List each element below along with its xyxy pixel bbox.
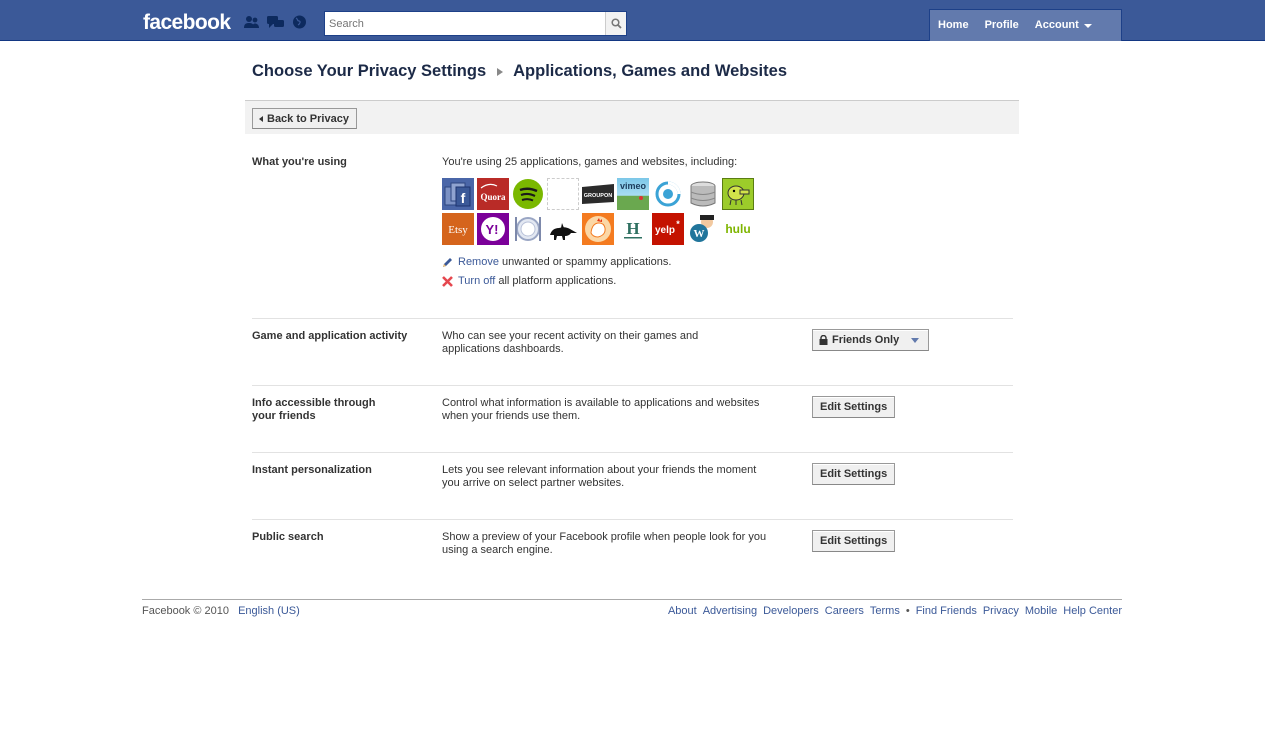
svg-text:W: W: [694, 228, 705, 240]
svg-text:f: f: [461, 190, 466, 206]
blank-app-icon[interactable]: [547, 178, 579, 210]
pencil-icon: [443, 257, 452, 267]
spotify-app-icon[interactable]: [512, 178, 544, 210]
svg-text:yelp: yelp: [655, 225, 675, 236]
footer-links: About Advertising Developers Careers Ter…: [662, 605, 1122, 617]
footer-link-privacy[interactable]: Privacy: [983, 605, 1019, 617]
footer-link-about[interactable]: About: [668, 605, 697, 617]
svg-text:GROUPON: GROUPON: [584, 193, 612, 199]
rooster-app-icon[interactable]: [582, 213, 614, 245]
aardvark-app-icon[interactable]: [547, 213, 579, 245]
page-title: Choose Your Privacy Settings Application…: [252, 62, 787, 81]
nav-account[interactable]: Account: [1027, 10, 1100, 41]
footer-link-careers[interactable]: Careers: [825, 605, 864, 617]
info-accessible-edit-button[interactable]: Edit Settings: [812, 396, 896, 418]
public-search-edit-button[interactable]: Edit Settings: [812, 530, 896, 552]
red-x-icon: [442, 275, 453, 287]
search-icon: [610, 18, 622, 29]
messages-icon[interactable]: [267, 15, 284, 29]
svg-text:*: *: [676, 219, 680, 229]
row-divider: [252, 519, 1013, 520]
etsy-app-icon[interactable]: Etsy: [442, 213, 474, 245]
row-divider: [252, 385, 1013, 386]
doodle-jump-app-icon[interactable]: [722, 178, 754, 210]
breadcrumb-current: Applications, Games and Websites: [513, 62, 787, 80]
yahoo-app-icon[interactable]: Y!: [477, 213, 509, 245]
yelp-app-icon[interactable]: yelp *: [652, 213, 684, 245]
instant-personalization-label: Instant personalization: [252, 464, 372, 476]
back-to-privacy-button[interactable]: Back to Privacy: [252, 108, 357, 129]
top-bar: facebook Home Profile Account: [0, 0, 1265, 41]
turn-off-text: all platform applications.: [495, 275, 617, 287]
back-button-label: Back to Privacy: [267, 112, 349, 125]
chevron-down-icon: [911, 337, 920, 343]
footer-link-mobile[interactable]: Mobile: [1025, 605, 1057, 617]
search-button[interactable]: [605, 12, 626, 35]
facebook-pages-app-icon[interactable]: f: [442, 178, 474, 210]
search-input[interactable]: [329, 15, 599, 32]
quora-app-icon[interactable]: Quora: [477, 178, 509, 210]
groupon-app-icon[interactable]: GROUPON: [582, 178, 614, 210]
footer-link-advertising[interactable]: Advertising: [703, 605, 757, 617]
footer-link-find-friends[interactable]: Find Friends: [916, 605, 977, 617]
facebook-logo[interactable]: facebook: [143, 11, 231, 35]
instant-personalization-desc: Lets you see relevant information about …: [442, 464, 757, 489]
footer: Facebook © 2010 English (US) About Adver…: [142, 599, 1122, 623]
huffington-post-app-icon[interactable]: H: [617, 213, 649, 245]
game-activity-label: Game and application activity: [252, 330, 408, 342]
turn-off-line: Turn off all platform applications.: [442, 275, 616, 287]
svg-text:Etsy: Etsy: [448, 224, 468, 236]
info-accessible-desc: Control what information is available to…: [442, 397, 760, 422]
turn-off-link[interactable]: Turn off: [458, 275, 495, 287]
barrel-app-icon[interactable]: [687, 178, 719, 210]
svg-text:Quora: Quora: [480, 192, 506, 202]
svg-text:vimeo: vimeo: [620, 181, 647, 191]
nav-account-label: Account: [1034, 19, 1079, 31]
public-search-desc: Show a preview of your Facebook profile …: [442, 531, 767, 556]
nav-profile[interactable]: Profile: [977, 10, 1027, 41]
friend-requests-icon[interactable]: [243, 15, 260, 29]
hulu-app-icon[interactable]: hulu: [722, 213, 754, 245]
svg-text:hulu: hulu: [725, 222, 750, 236]
lock-icon: [819, 335, 828, 345]
remove-text: unwanted or spammy applications.: [498, 256, 672, 268]
info-accessible-label: Info accessible through your friends: [252, 397, 376, 422]
top-nav: Home Profile Account: [929, 9, 1122, 41]
dining-app-icon[interactable]: [512, 213, 544, 245]
row-divider: [252, 318, 1013, 319]
footer-left: Facebook © 2010 English (US): [142, 605, 300, 617]
remove-link[interactable]: Remove: [458, 256, 499, 268]
using-summary: You're using 25 applications, games and …: [442, 156, 738, 168]
breadcrumb-arrow-icon: [497, 67, 504, 76]
back-bar: Back to Privacy: [245, 100, 1019, 134]
game-activity-privacy-dropdown[interactable]: Friends Only: [812, 329, 929, 351]
remove-apps-line: Remove unwanted or spammy applications.: [442, 256, 671, 268]
public-search-label: Public search: [252, 531, 324, 543]
language-link[interactable]: English (US): [238, 605, 300, 617]
circle-app-icon[interactable]: [652, 178, 684, 210]
game-activity-desc: Who can see your recent activity on thei…: [442, 330, 699, 355]
row-divider: [252, 452, 1013, 453]
privacy-value: Friends Only: [832, 334, 900, 346]
footer-separator: •: [905, 605, 910, 617]
wordpress-app-icon[interactable]: W: [687, 213, 719, 245]
notifications-globe-icon[interactable]: [291, 15, 308, 29]
svg-text:H: H: [626, 219, 639, 238]
footer-link-help-center[interactable]: Help Center: [1063, 605, 1122, 617]
footer-link-developers[interactable]: Developers: [763, 605, 819, 617]
vimeo-app-icon[interactable]: vimeo: [617, 178, 649, 210]
footer-link-terms[interactable]: Terms: [870, 605, 900, 617]
search-box: [324, 11, 627, 36]
breadcrumb-parent[interactable]: Choose Your Privacy Settings: [252, 62, 486, 81]
instant-personalization-edit-button[interactable]: Edit Settings: [812, 463, 896, 485]
back-arrow-icon: [259, 115, 263, 122]
copyright: Facebook © 2010: [142, 605, 229, 617]
chevron-down-icon: [1083, 24, 1092, 28]
svg-text:Y!: Y!: [486, 222, 499, 237]
nav-home[interactable]: Home: [930, 10, 977, 41]
using-label: What you're using: [252, 156, 347, 168]
